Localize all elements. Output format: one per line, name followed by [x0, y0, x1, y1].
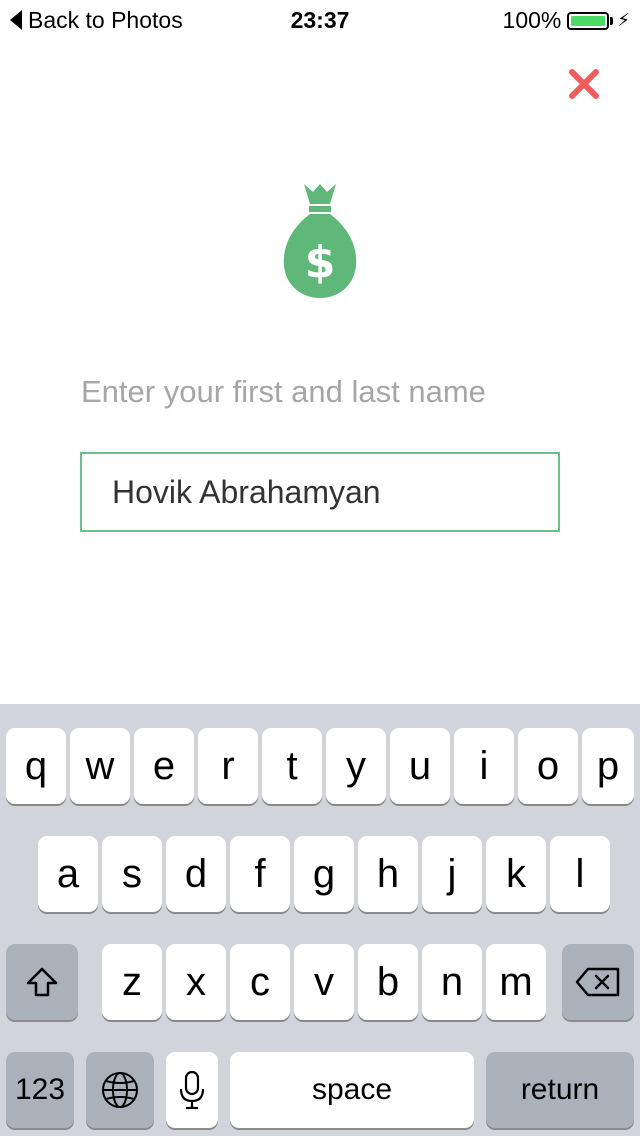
return-key[interactable]: return — [486, 1052, 634, 1128]
close-button[interactable] — [564, 64, 604, 104]
key-s[interactable]: s — [102, 836, 162, 912]
microphone-icon — [179, 1070, 205, 1110]
money-bag-icon: $ — [280, 182, 360, 302]
battery-indicator: 100% ⚡ — [503, 7, 630, 34]
battery-percent: 100% — [502, 7, 562, 33]
key-r[interactable]: r — [198, 728, 258, 804]
delete-key[interactable] — [562, 944, 634, 1020]
key-u[interactable]: u — [390, 728, 450, 804]
shift-key[interactable] — [6, 944, 78, 1020]
shift-arrow-icon — [26, 967, 58, 997]
key-j[interactable]: j — [422, 836, 482, 912]
key-v[interactable]: v — [294, 944, 354, 1020]
key-b[interactable]: b — [358, 944, 418, 1020]
space-key[interactable]: space — [230, 1052, 474, 1128]
key-a[interactable]: a — [38, 836, 98, 912]
key-t[interactable]: t — [262, 728, 322, 804]
dictation-key[interactable] — [166, 1052, 218, 1128]
close-icon — [569, 69, 599, 99]
key-w[interactable]: w — [70, 728, 130, 804]
svg-text:$: $ — [305, 237, 336, 288]
backspace-icon — [575, 967, 620, 997]
key-m[interactable]: m — [486, 944, 546, 1020]
key-g[interactable]: g — [294, 836, 354, 912]
key-x[interactable]: x — [166, 944, 226, 1020]
key-d[interactable]: d — [166, 836, 226, 912]
numbers-key[interactable]: 123 — [6, 1052, 74, 1128]
full-name-input[interactable] — [80, 452, 560, 532]
status-bar: Back to Photos 23:37 100% ⚡ — [0, 0, 640, 40]
key-l[interactable]: l — [550, 836, 610, 912]
key-c[interactable]: c — [230, 944, 290, 1020]
key-n[interactable]: n — [422, 944, 482, 1020]
key-z[interactable]: z — [102, 944, 162, 1020]
key-i[interactable]: i — [454, 728, 514, 804]
name-prompt: Enter your first and last name — [81, 374, 486, 409]
globe-key[interactable] — [86, 1052, 154, 1128]
globe-icon — [102, 1072, 138, 1108]
key-p[interactable]: p — [582, 728, 634, 804]
key-o[interactable]: o — [518, 728, 578, 804]
key-k[interactable]: k — [486, 836, 546, 912]
key-e[interactable]: e — [134, 728, 194, 804]
key-f[interactable]: f — [230, 836, 290, 912]
battery-icon — [567, 11, 610, 30]
key-y[interactable]: y — [326, 728, 386, 804]
charging-bolt-icon: ⚡ — [617, 10, 630, 30]
keyboard: q w e r t y u i o p a s d f g h j k l z … — [0, 704, 640, 1136]
key-h[interactable]: h — [358, 836, 418, 912]
key-q[interactable]: q — [6, 728, 66, 804]
